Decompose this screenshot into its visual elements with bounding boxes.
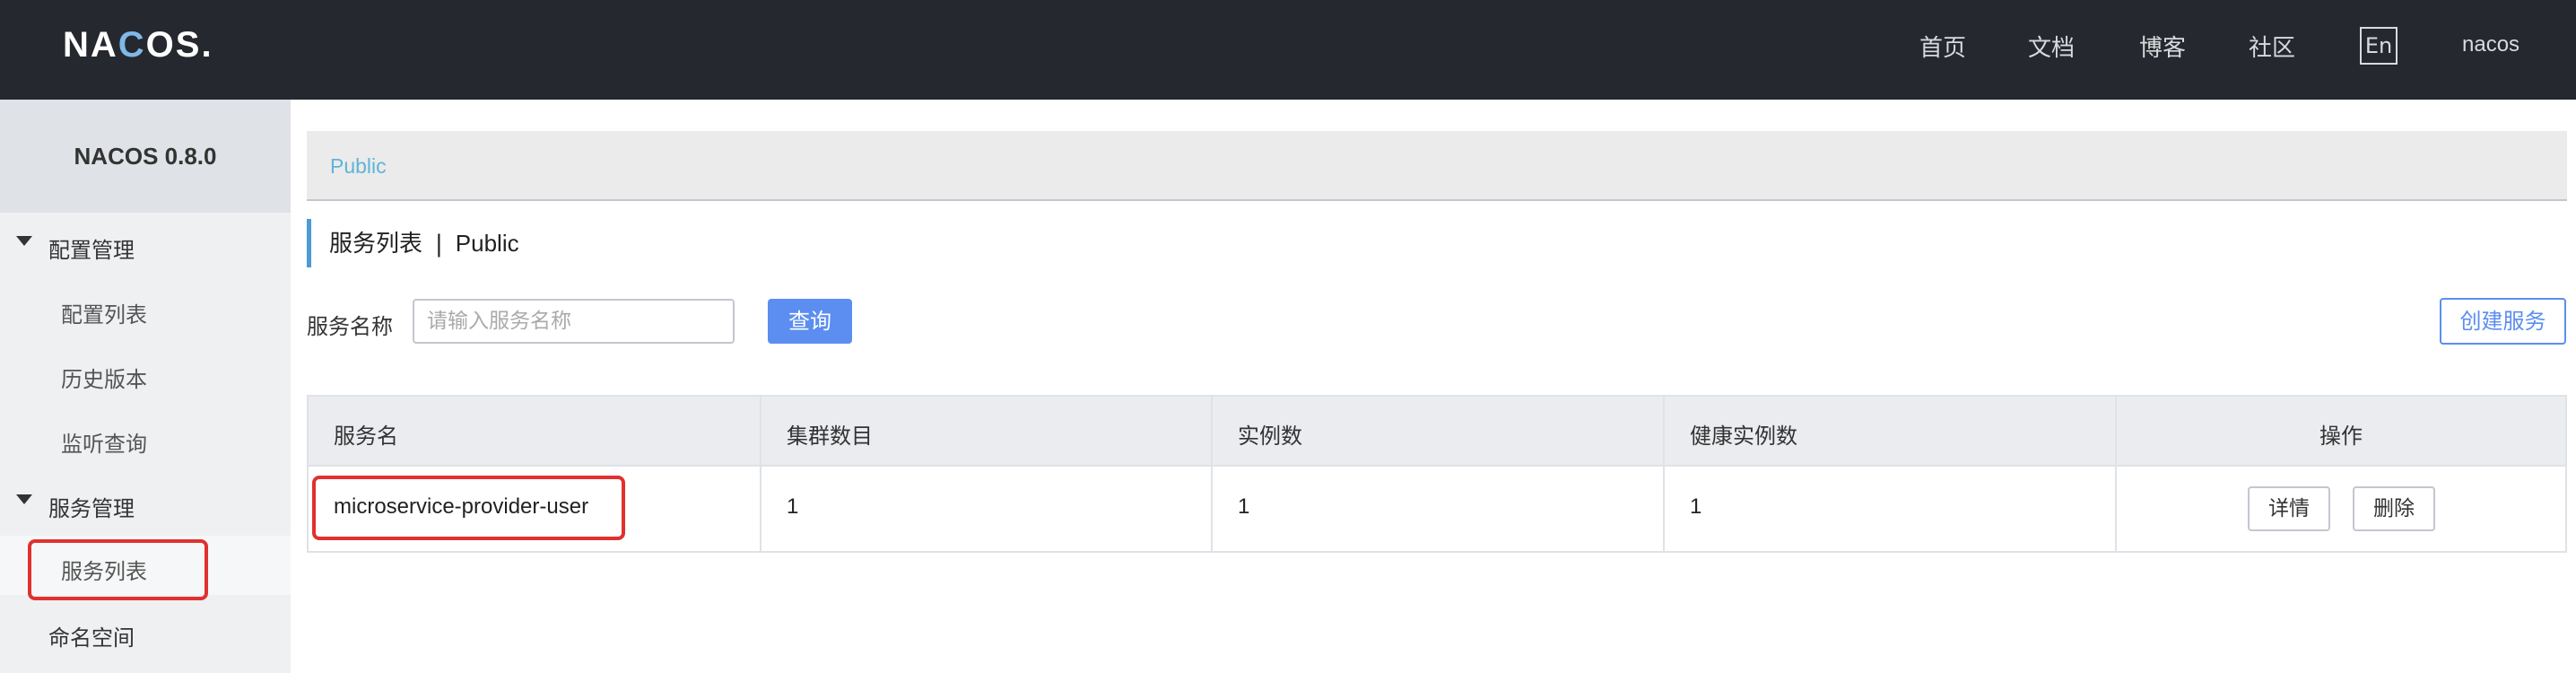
caret-down-icon — [16, 494, 32, 504]
header-label: 健康实例数 — [1690, 424, 1797, 449]
table-header: 服务名 集群数目 实例数 健康实例数 操作 — [309, 397, 2565, 467]
language-toggle[interactable]: En — [2360, 27, 2398, 65]
breadcrumb-namespace[interactable]: Public — [330, 154, 387, 179]
sidebar-group-service[interactable]: 服务管理 — [0, 476, 291, 530]
title-separator: | — [435, 231, 443, 258]
healthy-count-cell: 1 — [1665, 467, 2117, 551]
query-button[interactable]: 查询 — [768, 299, 852, 344]
instance-count-cell: 1 — [1213, 467, 1665, 551]
service-name-input[interactable]: 请输入服务名称 — [413, 299, 735, 344]
version-label: NACOS 0.8.0 — [74, 143, 217, 170]
sidebar-item-config-list[interactable]: 配置列表 — [0, 283, 291, 336]
service-name-label: 服务名称 — [307, 314, 393, 339]
header-label: 服务名 — [334, 424, 398, 449]
page-title: 服务列表 | Public — [307, 219, 519, 267]
item-label: 历史版本 — [61, 367, 147, 392]
healthy-count-value: 1 — [1690, 494, 1702, 519]
group-label: 服务管理 — [48, 496, 135, 521]
sidebar-item-namespace[interactable]: 命名空间 — [0, 606, 291, 660]
sidebar-item-listener-query[interactable]: 监听查询 — [0, 412, 291, 466]
nav-docs[interactable]: 文档 — [2028, 30, 2075, 63]
column-header: 实例数 — [1213, 397, 1665, 465]
nacos-logo[interactable]: NACOS. — [63, 25, 213, 66]
header-label: 集群数目 — [787, 424, 873, 449]
column-header: 健康实例数 — [1665, 397, 2117, 465]
sidebar-version-header: NACOS 0.8.0 — [0, 100, 291, 213]
title-namespace: Public — [455, 230, 519, 257]
highlight-box — [312, 476, 625, 540]
header-label: 实例数 — [1238, 424, 1302, 449]
title-main: 服务列表 — [329, 231, 423, 258]
detail-button[interactable]: 详情 — [2248, 486, 2330, 531]
nav-community[interactable]: 社区 — [2249, 30, 2295, 63]
sidebar-item-history[interactable]: 历史版本 — [0, 347, 291, 401]
instance-count-value: 1 — [1238, 494, 1250, 519]
delete-button[interactable]: 删除 — [2353, 486, 2435, 531]
item-label: 配置列表 — [61, 302, 147, 328]
caret-down-icon — [16, 236, 32, 246]
column-header: 操作 — [2117, 397, 2565, 465]
actions-cell: 详情 删除 — [2117, 467, 2565, 551]
sidebar: NACOS 0.8.0 配置管理 配置列表 历史版本 监听查询 服务管理 服务列… — [0, 100, 291, 673]
create-service-button[interactable]: 创建服务 — [2440, 298, 2566, 345]
nav-blog[interactable]: 博客 — [2139, 30, 2186, 63]
cluster-count-value: 1 — [787, 494, 799, 519]
user-name[interactable]: nacos — [2462, 32, 2519, 57]
top-header: NACOS. 首页 文档 博客 社区 En nacos — [0, 0, 2576, 100]
column-header: 服务名 — [309, 397, 761, 465]
column-header: 集群数目 — [761, 397, 1213, 465]
sidebar-group-config[interactable]: 配置管理 — [0, 218, 291, 272]
table-row: microservice-provider-user 1 1 1 详情 删除 — [309, 467, 2565, 551]
cluster-count-cell: 1 — [761, 467, 1213, 551]
nav-home[interactable]: 首页 — [1919, 30, 1966, 63]
breadcrumb: Public — [307, 131, 2567, 201]
highlight-box — [28, 539, 208, 600]
service-table: 服务名 集群数目 实例数 健康实例数 操作 microservice-provi… — [307, 395, 2567, 553]
item-label: 监听查询 — [61, 432, 147, 457]
header-label: 操作 — [2319, 424, 2363, 449]
group-label: 配置管理 — [48, 238, 135, 263]
group-label: 命名空间 — [48, 625, 135, 651]
